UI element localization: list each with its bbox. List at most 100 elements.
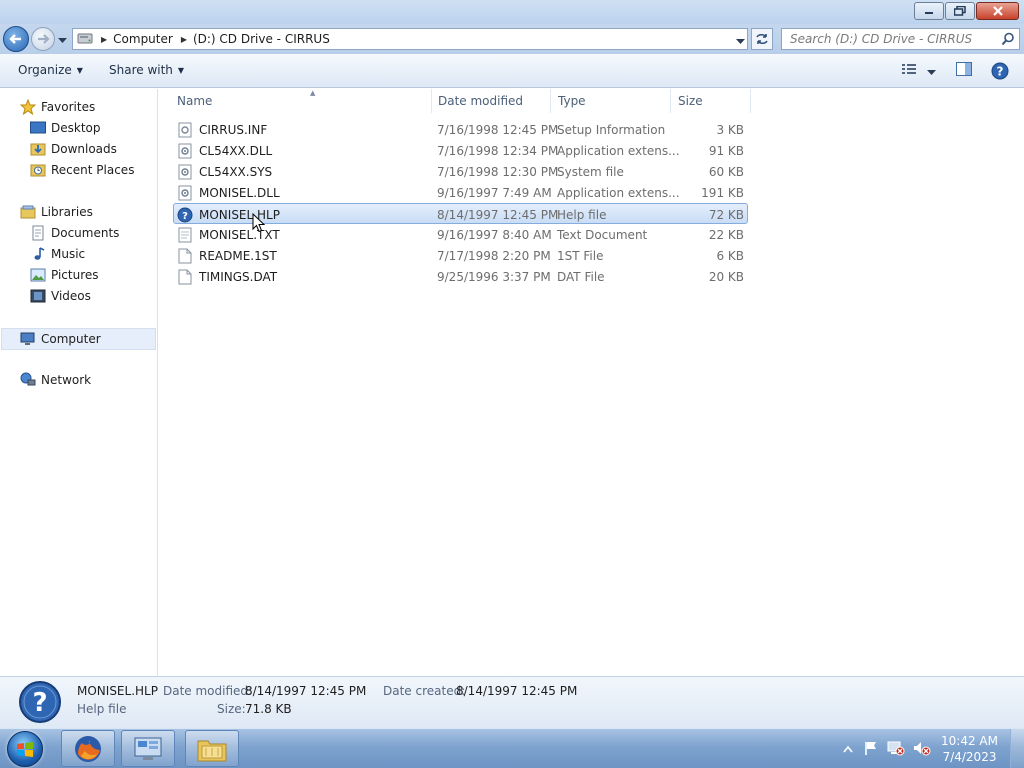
file-name-cell: CIRRUS.INF <box>177 119 267 140</box>
minimize-icon <box>925 12 933 14</box>
generic-file-icon <box>177 269 193 285</box>
file-name: CL54XX.DLL <box>199 143 273 158</box>
action-center-flag-icon[interactable] <box>863 740 879 759</box>
mouse-pointer-icon <box>252 212 266 236</box>
share-with-button[interactable]: Share with ▼ <box>109 63 184 77</box>
details-date-modified: 8/14/1997 12:45 PM <box>245 684 367 698</box>
details-file-type: Help file <box>77 702 127 716</box>
forward-button[interactable] <box>31 27 55 51</box>
nav-computer[interactable]: Computer <box>1 328 156 350</box>
file-size: 191 KB <box>701 185 744 200</box>
column-header-date[interactable]: Date modified <box>431 89 551 113</box>
file-name: README.1ST <box>199 248 277 263</box>
sort-ascending-icon: ▲ <box>310 89 316 97</box>
search-box[interactable] <box>781 28 1020 50</box>
firefox-icon <box>75 735 101 762</box>
dll-icon <box>177 185 193 201</box>
details-date-created: 8/14/1997 12:45 PM <box>456 684 578 698</box>
file-name: TIMINGS.DAT <box>199 269 278 284</box>
address-history-dropdown[interactable] <box>736 34 745 48</box>
column-header-name[interactable]: Name ▲ <box>170 89 432 113</box>
file-date: 8/14/1997 12:45 PM <box>437 207 559 222</box>
file-row[interactable]: CL54XX.SYS 7/16/1998 12:30 PM System fil… <box>174 161 748 182</box>
column-header-type[interactable]: Type <box>551 89 671 113</box>
column-date-label: Date modified <box>438 94 524 108</box>
nav-computer-label: Computer <box>41 332 101 346</box>
organize-button[interactable]: Organize ▼ <box>18 63 83 77</box>
close-button[interactable] <box>976 2 1019 20</box>
system-tray <box>843 729 931 768</box>
chevron-down-icon: ▼ <box>177 65 185 75</box>
breadcrumb-cd-drive[interactable]: (D:) CD Drive - CIRRUS <box>193 32 330 46</box>
file-name: CIRRUS.INF <box>199 122 268 137</box>
breadcrumb-separator-icon[interactable]: ▶ <box>101 35 107 44</box>
start-button[interactable] <box>7 731 43 767</box>
nav-libraries-label: Libraries <box>41 205 93 219</box>
chevron-down-icon <box>736 39 745 44</box>
back-button[interactable] <box>3 26 29 52</box>
breadcrumb-computer[interactable]: Computer <box>113 32 173 46</box>
chevron-down-icon <box>58 38 67 43</box>
file-size: 22 KB <box>708 227 744 242</box>
nav-pictures[interactable]: Pictures <box>30 265 99 285</box>
file-name-cell: MONISEL.DLL <box>177 182 280 203</box>
taskbar-explorer-button[interactable] <box>185 730 239 767</box>
minimize-button[interactable] <box>914 2 944 20</box>
taskbar: 10:42 AM 7/4/2023 <box>0 728 1024 768</box>
text-file-icon <box>177 227 193 243</box>
clock-date: 7/4/2023 <box>942 750 997 764</box>
nav-desktop[interactable]: Desktop <box>30 118 101 138</box>
file-row[interactable]: README.1ST 7/17/1998 2:20 PM 1ST File 6 … <box>174 245 748 266</box>
show-desktop-button[interactable] <box>1010 729 1024 768</box>
file-row[interactable]: TIMINGS.DAT 9/25/1996 3:37 PM DAT File 2… <box>174 266 748 287</box>
breadcrumb-separator-icon[interactable]: ▶ <box>181 35 187 44</box>
libraries-icon <box>20 204 36 220</box>
nav-network[interactable]: Network <box>20 370 91 390</box>
file-row[interactable]: CL54XX.DLL 7/16/1998 12:34 PM Applicatio… <box>174 140 748 161</box>
show-hidden-icons-icon[interactable] <box>843 742 853 756</box>
details-size: 71.8 KB <box>245 702 292 716</box>
search-input[interactable] <box>782 29 992 49</box>
preview-pane-button[interactable] <box>956 62 973 80</box>
file-type: DAT File <box>557 269 605 284</box>
column-type-label: Type <box>558 94 586 108</box>
file-row[interactable]: MONISEL.DLL 9/16/1997 7:49 AM Applicatio… <box>174 182 748 203</box>
details-size-label: Size: <box>217 702 246 716</box>
forward-arrow-icon <box>38 34 50 44</box>
dll-icon <box>177 143 193 159</box>
address-bar[interactable]: ▶ Computer ▶ (D:) CD Drive - CIRRUS <box>72 28 748 50</box>
nav-documents[interactable]: Documents <box>30 223 119 243</box>
nav-recent-places[interactable]: Recent Places <box>30 160 134 180</box>
file-size: 20 KB <box>708 269 744 284</box>
file-name-cell: README.1ST <box>177 245 277 266</box>
taskbar-firefox-button[interactable] <box>61 730 115 767</box>
file-date: 7/16/1998 12:45 PM <box>437 122 559 137</box>
file-name: MONISEL.HLP <box>199 207 280 222</box>
file-name: MONISEL.DLL <box>199 185 280 200</box>
view-options-dropdown[interactable] <box>927 65 936 79</box>
nav-videos[interactable]: Videos <box>30 286 91 306</box>
file-name-cell: TIMINGS.DAT <box>177 266 277 287</box>
taskbar-control-panel-button[interactable] <box>121 730 175 767</box>
restore-button[interactable] <box>945 2 975 20</box>
nav-libraries[interactable]: Libraries <box>20 202 93 222</box>
nav-music[interactable]: Music <box>30 244 85 264</box>
nav-downloads[interactable]: Downloads <box>30 139 117 159</box>
address-row: ▶ Computer ▶ (D:) CD Drive - CIRRUS <box>0 24 1024 54</box>
help-button[interactable]: ? <box>991 62 1009 83</box>
file-type: 1ST File <box>557 248 604 263</box>
file-type: Text Document <box>557 227 648 242</box>
refresh-button[interactable] <box>751 28 773 50</box>
volume-muted-icon[interactable] <box>913 740 931 759</box>
file-name: MONISEL.TXT <box>199 227 280 242</box>
taskbar-clock[interactable]: 10:42 AM 7/4/2023 <box>941 733 998 765</box>
change-view-button[interactable] <box>901 62 917 79</box>
file-row[interactable]: CIRRUS.INF 7/16/1998 12:45 PM Setup Info… <box>174 119 748 140</box>
network-icon <box>20 372 36 388</box>
help-file-icon: ? <box>177 207 193 223</box>
network-disconnected-icon[interactable] <box>887 740 905 759</box>
search-icon[interactable] <box>1001 32 1015 49</box>
nav-favorites[interactable]: Favorites <box>20 97 95 117</box>
recent-pages-dropdown[interactable] <box>58 33 67 47</box>
column-header-size[interactable]: Size <box>671 89 751 113</box>
